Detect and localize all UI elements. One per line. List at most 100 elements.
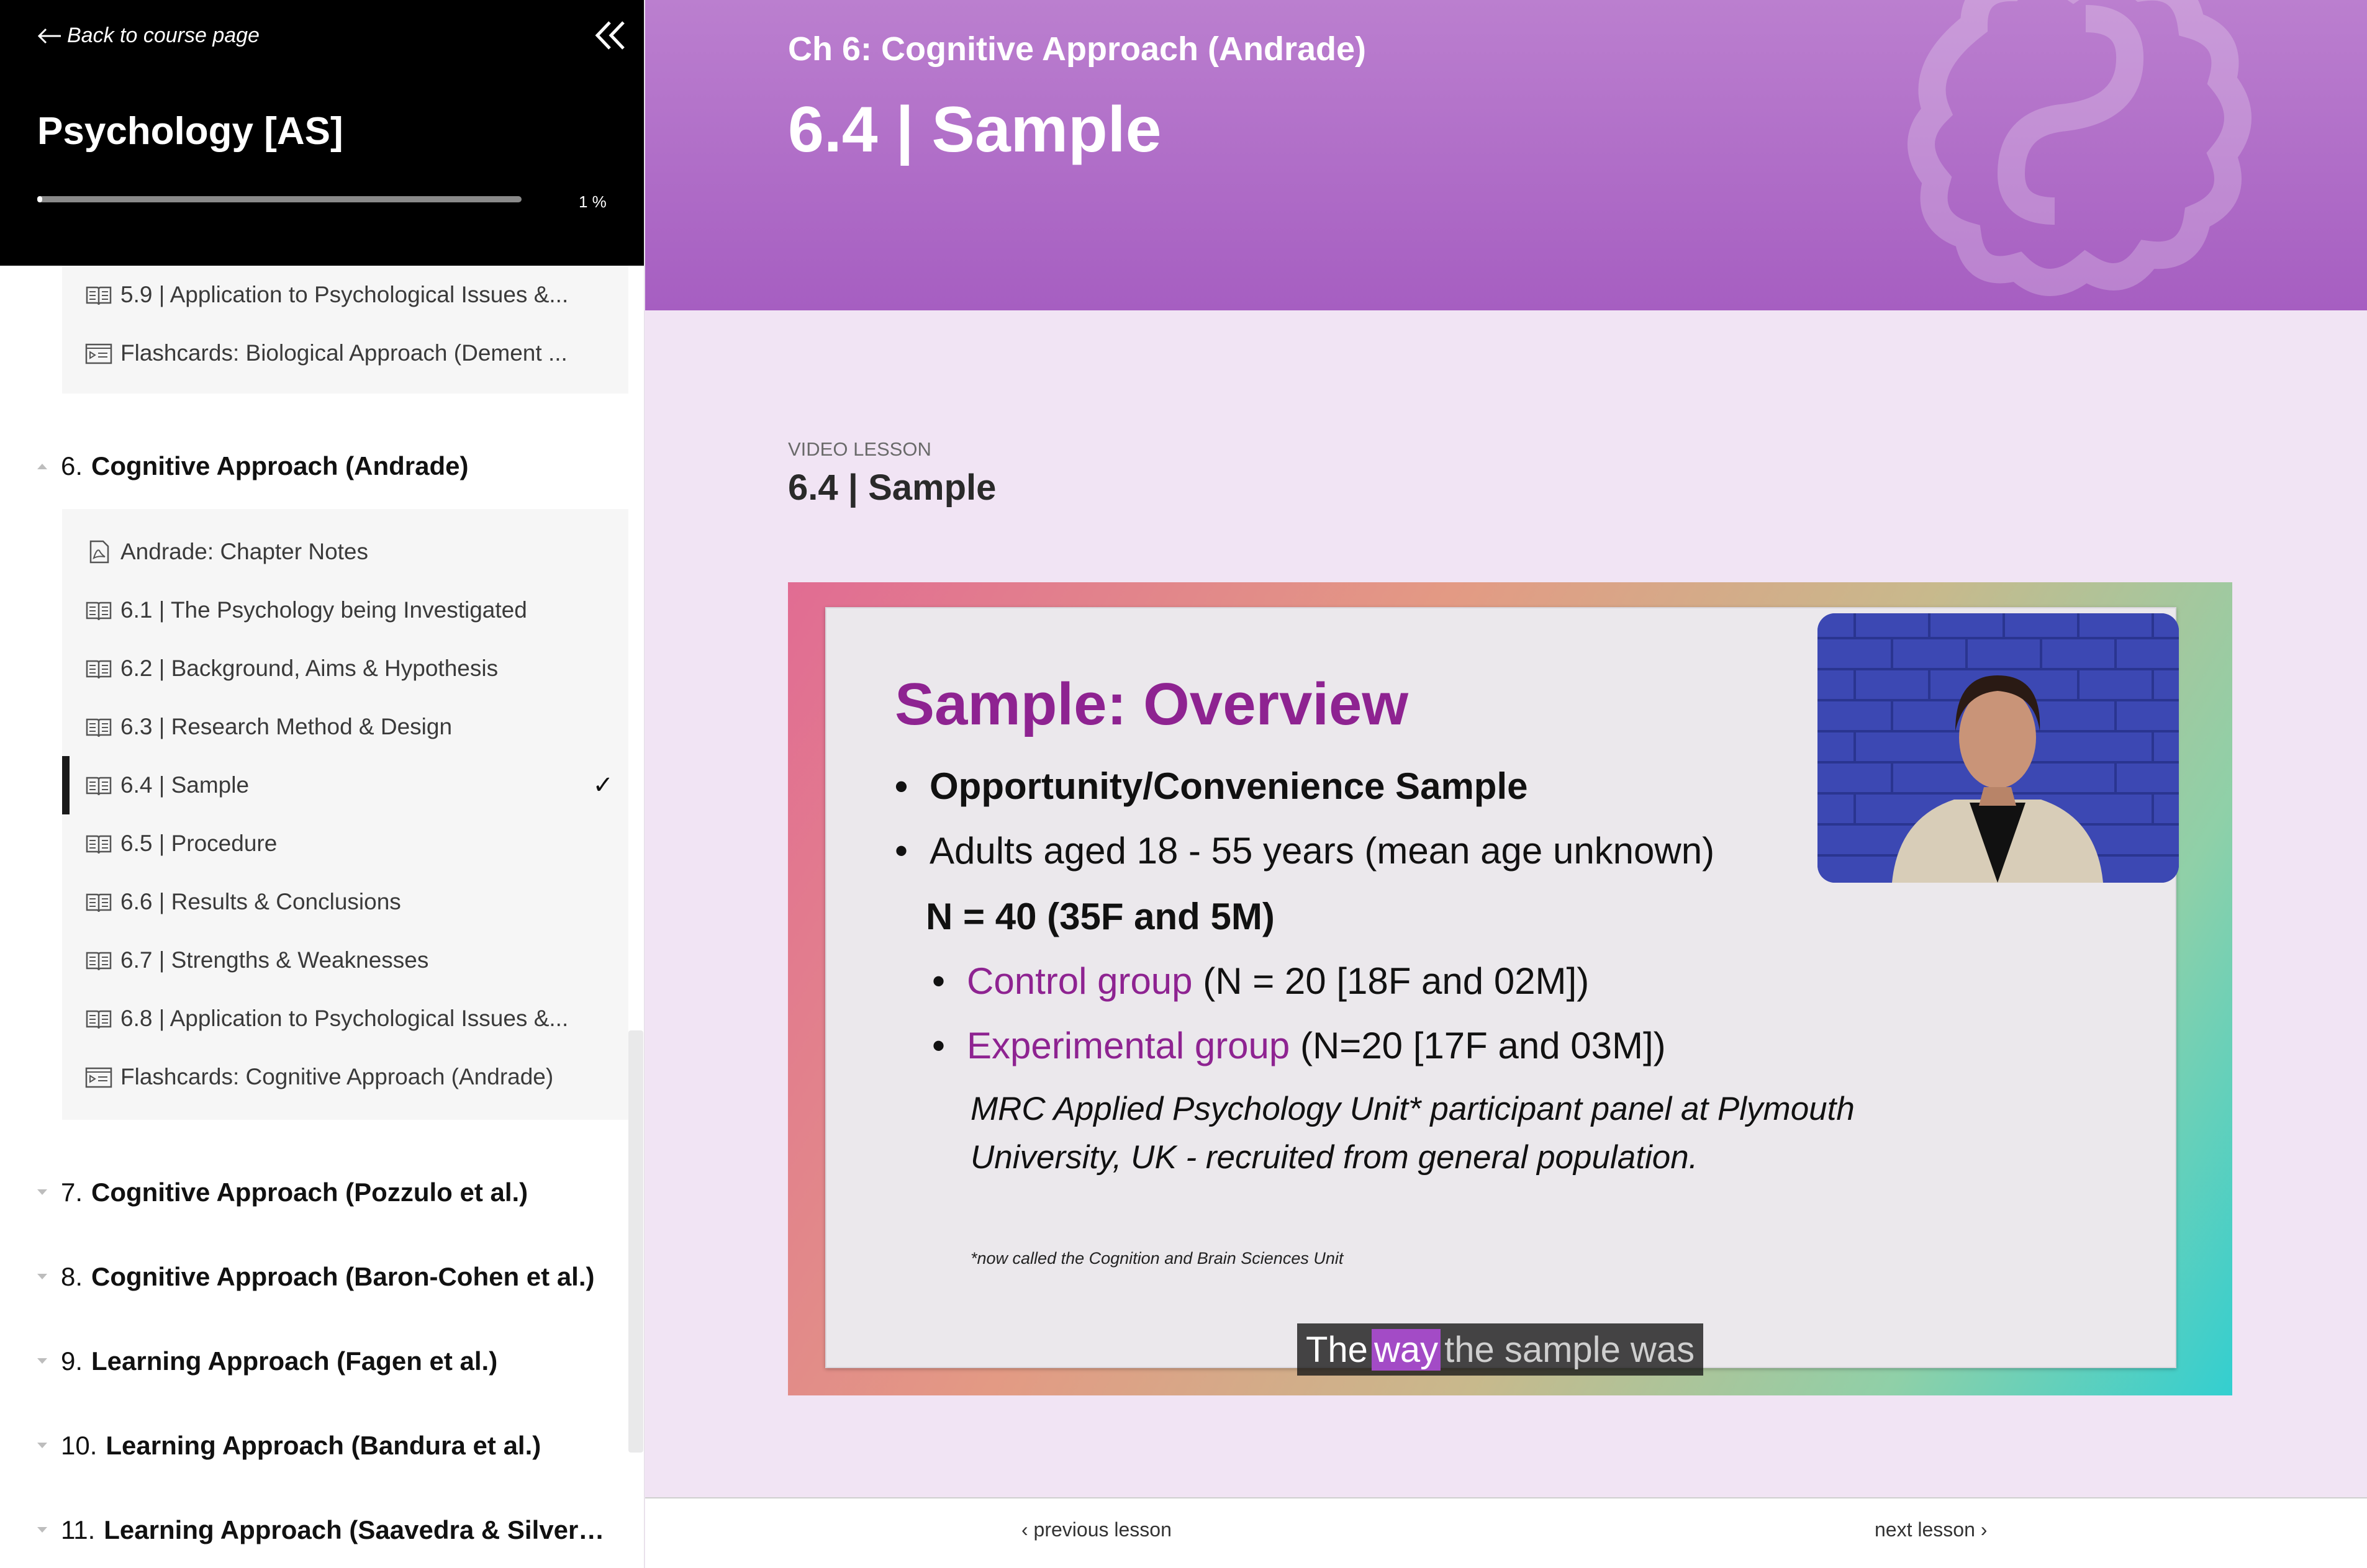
- banner-chapter: Ch 6: Cognitive Approach (Andrade): [788, 30, 1367, 68]
- control-group-label: Control group: [967, 960, 1193, 1002]
- chevron-down-icon: [24, 1273, 61, 1281]
- lesson-label: 6.6 | Results & Conclusions: [120, 889, 401, 914]
- book-icon: [86, 893, 112, 912]
- book-icon: [86, 286, 112, 305]
- slide-bullet: • Adults aged 18 - 55 years (mean age unk…: [895, 829, 1714, 872]
- lesson-label: 5.9 | Application to Psychological Issue…: [120, 282, 569, 307]
- video-caption: The way the sample was: [1297, 1323, 1704, 1376]
- video-player[interactable]: Sample: Overview • Opportunity/Convenienc…: [788, 582, 2232, 1395]
- lesson-list: 5.9 | Application to Psychological Issue…: [0, 266, 628, 1568]
- chapter-name: Cognitive Approach (Pozzulo et al.): [91, 1178, 528, 1207]
- bullet-glyph: •: [895, 830, 908, 872]
- chapter-11-toggle[interactable]: 11. Learning Approach (Saavedra & Silver…: [0, 1496, 628, 1564]
- next-lesson-link[interactable]: next lesson ›: [1875, 1518, 1987, 1541]
- pdf-icon: [89, 540, 109, 564]
- lesson-label: 6.1 | The Psychology being Investigated: [120, 597, 527, 623]
- chevron-left-icon: ‹: [1021, 1518, 1034, 1541]
- lesson-item[interactable]: 6.6 | Results & Conclusions: [62, 873, 628, 931]
- back-link-label: Back to course page: [67, 24, 260, 47]
- brain-icon: [1908, 0, 2252, 296]
- slide-bullet: • Opportunity/Convenience Sample: [895, 765, 1528, 808]
- slide-note: MRC Applied Psychology Unit* participant…: [971, 1091, 1855, 1176]
- book-icon: [86, 1010, 112, 1029]
- chapter-10-toggle[interactable]: 10. Learning Approach (Bandura et al.): [0, 1412, 628, 1480]
- chevron-down-icon: [24, 1188, 61, 1197]
- lesson-item[interactable]: 6.3 | Research Method & Design: [62, 698, 628, 756]
- lesson-item[interactable]: 6.1 | The Psychology being Investigated: [62, 581, 628, 639]
- chapter-6-toggle[interactable]: 6. Cognitive Approach (Andrade): [0, 432, 628, 500]
- lesson-item-active[interactable]: 6.4 | Sample ✓: [62, 756, 628, 814]
- chapter-name: Cognitive Approach (Baron-Cohen et al.): [91, 1262, 595, 1291]
- previous-lesson-link[interactable]: ‹ previous lesson: [1021, 1518, 1172, 1541]
- chapter-number: 8.: [61, 1262, 83, 1291]
- book-icon: [86, 660, 112, 679]
- chevron-down-icon: [24, 1441, 61, 1450]
- chevron-down-icon: [24, 1357, 61, 1366]
- slide-sub-bullet: • Experimental group (N=20 [17F and 03M]): [932, 1024, 1666, 1067]
- bullet-glyph: •: [932, 960, 946, 1002]
- course-progress-bar: [37, 196, 522, 202]
- lesson-item[interactable]: Flashcards: Cognitive Approach (Andrade): [62, 1048, 628, 1106]
- lesson-label: 6.7 | Strengths & Weaknesses: [120, 947, 429, 973]
- chevron-down-icon: [24, 1526, 61, 1534]
- experimental-group-label: Experimental group: [967, 1025, 1290, 1066]
- chapter-7-toggle[interactable]: 7. Cognitive Approach (Pozzulo et al.): [0, 1158, 628, 1227]
- caption-highlight: way: [1371, 1328, 1441, 1371]
- lesson-main: Ch 6: Cognitive Approach (Andrade) 6.4 |…: [645, 0, 2367, 1568]
- lesson-item[interactable]: 6.5 | Procedure: [62, 814, 628, 873]
- book-icon: [86, 718, 112, 737]
- slide-bullet-text: Adults aged 18 - 55 years (mean age unkn…: [930, 830, 1715, 872]
- control-group-detail: (N = 20 [18F and 02M]): [1192, 960, 1590, 1002]
- course-sidebar: Back to course page Psychology [AS] 1 % …: [0, 0, 645, 1568]
- lesson-item[interactable]: 6.7 | Strengths & Weaknesses: [62, 931, 628, 989]
- book-icon: [86, 952, 112, 971]
- chapter-name: Learning Approach (Saavedra & Silver…: [104, 1515, 605, 1544]
- presenter-webcam: [1817, 613, 2179, 883]
- back-to-course-link[interactable]: Back to course page: [37, 24, 260, 48]
- chapter-number: 11.: [61, 1515, 96, 1544]
- lesson-item-chapter-notes[interactable]: Andrade: Chapter Notes: [62, 523, 628, 581]
- chevron-up-icon: [24, 462, 61, 471]
- book-icon: [86, 602, 112, 621]
- chapter-number: 10.: [61, 1431, 97, 1460]
- presenter-image: [1817, 613, 2179, 883]
- chapter-number: 7.: [61, 1178, 83, 1207]
- chapter-9-toggle[interactable]: 9. Learning Approach (Fagen et al.): [0, 1327, 628, 1395]
- chevron-right-icon: ›: [1975, 1518, 1988, 1541]
- content-kind-label: VIDEO LESSON: [788, 438, 931, 460]
- next-lesson-label: next lesson: [1875, 1518, 1975, 1541]
- caption-post: the sample was: [1444, 1329, 1695, 1370]
- content-title: 6.4 | Sample: [788, 467, 997, 508]
- flashcards-icon: [85, 1067, 112, 1088]
- chapter-5-lessons: 5.9 | Application to Psychological Issue…: [62, 266, 628, 394]
- course-progress-fill: [37, 196, 42, 202]
- lesson-item[interactable]: 5.9 | Application to Psychological Issue…: [62, 266, 628, 324]
- lesson-label: Flashcards: Biological Approach (Dement …: [120, 340, 568, 366]
- bullet-glyph: •: [932, 1025, 946, 1066]
- book-icon: [86, 777, 112, 796]
- lesson-label: Andrade: Chapter Notes: [120, 539, 369, 564]
- chapter-6-lessons: Andrade: Chapter Notes 6.1 | The Psychol…: [62, 509, 628, 1120]
- lesson-label: 6.4 | Sample: [120, 772, 250, 798]
- chapter-8-toggle[interactable]: 8. Cognitive Approach (Baron-Cohen et al…: [0, 1243, 628, 1311]
- lesson-item[interactable]: 6.8 | Application to Psychological Issue…: [62, 989, 628, 1048]
- lesson-label: 6.3 | Research Method & Design: [120, 714, 453, 739]
- course-title: Psychology [AS]: [37, 110, 343, 153]
- chapter-name: Learning Approach (Fagen et al.): [91, 1346, 498, 1376]
- lesson-label: 6.5 | Procedure: [120, 831, 278, 856]
- completed-check-icon: ✓: [592, 772, 613, 799]
- sidebar-scrollbar[interactable]: [628, 1030, 643, 1453]
- slide-bullet-text: Opportunity/Convenience Sample: [930, 765, 1528, 807]
- slide-sample-size: N = 40 (35F and 5M): [926, 896, 1275, 937]
- caption-pre: The: [1306, 1329, 1368, 1370]
- lesson-item[interactable]: 6.2 | Background, Aims & Hypothesis: [62, 639, 628, 698]
- chapter-number: 6.: [61, 451, 83, 480]
- lesson-item[interactable]: Flashcards: Biological Approach (Dement …: [62, 324, 628, 382]
- book-icon: [86, 835, 112, 854]
- collapse-sidebar-icon[interactable]: [589, 14, 632, 57]
- chapter-name: Learning Approach (Bandura et al.): [106, 1431, 541, 1460]
- arrow-left-icon: [37, 28, 61, 43]
- sidebar-header: Back to course page Psychology [AS] 1 %: [0, 0, 644, 266]
- slide-sub-bullet: • Control group (N = 20 [18F and 02M]): [932, 960, 1589, 1003]
- slide-footnote: *now called the Cognition and Brain Scie…: [971, 1249, 1344, 1268]
